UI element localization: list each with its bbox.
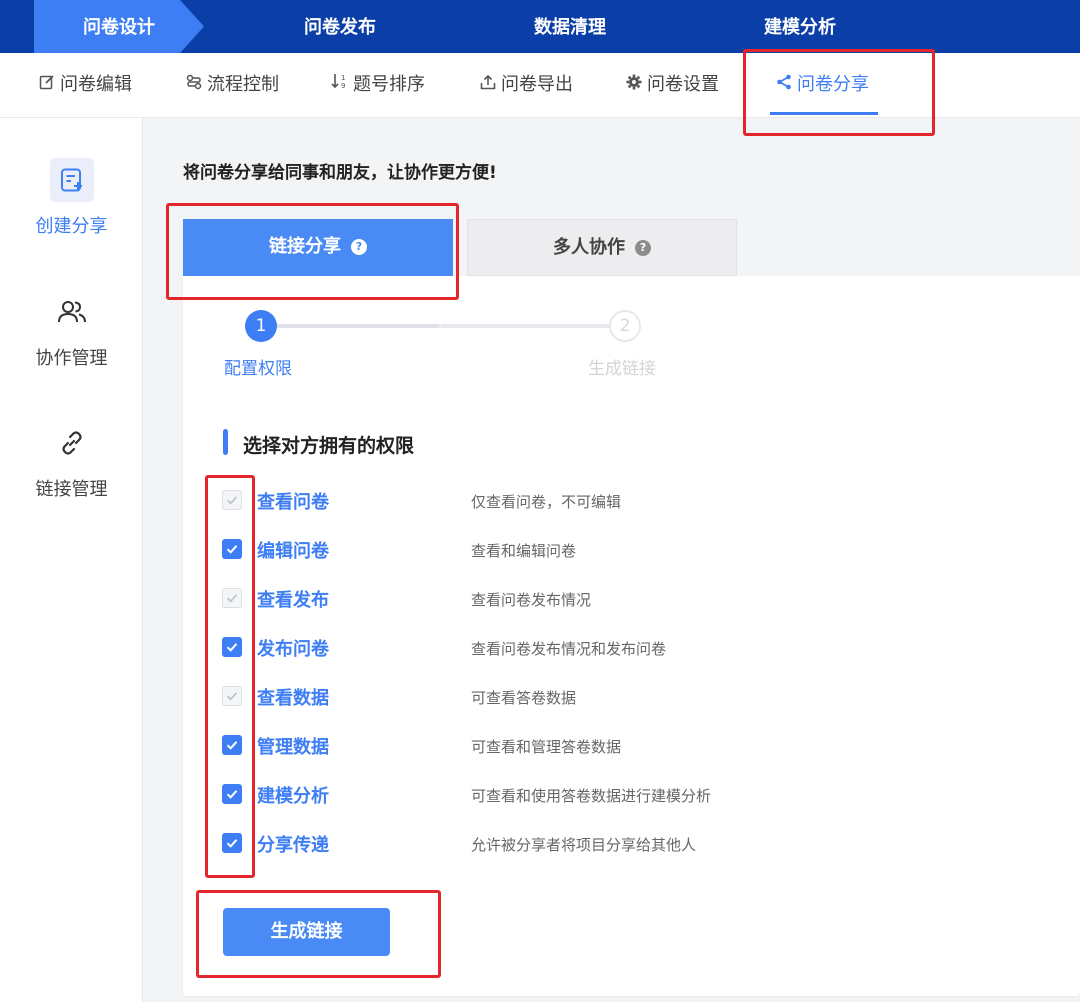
permission-description: 可查看和使用答卷数据进行建模分析 [471,787,712,805]
svg-text:9: 9 [341,82,345,90]
flow-icon [185,53,203,117]
edit-icon [38,53,56,117]
tab-multi-collab-label: 多人协作 [553,237,625,258]
help-icon[interactable]: ? [635,240,651,256]
subnav-item-export[interactable]: 问卷导出 [479,53,573,118]
users-icon [50,290,94,334]
permission-description: 查看问卷发布情况和发布问卷 [471,640,667,658]
permission-row: 查看数据 可查看答卷数据 [0,682,1080,712]
subnav-label-settings: 问卷设置 [647,74,719,95]
subnav-label-sort: 题号排序 [353,74,425,95]
sidebar-label-collab-manage: 协作管理 [35,348,108,369]
link-icon [50,421,94,465]
permission-description: 查看问卷发布情况 [471,591,592,609]
permission-row: 管理数据 可查看和管理答卷数据 [0,731,1080,761]
annotation-box-checkboxes [205,475,255,878]
subnav-label-edit: 问卷编辑 [60,74,132,95]
sidebar-label-create-share: 创建分享 [35,216,108,237]
step-1-indicator: 1 [245,310,277,342]
permission-name: 建模分析 [257,786,329,807]
sidebar-item-collab-manage[interactable]: 协作管理 [0,290,143,370]
subnav-item-settings[interactable]: 问卷设置 [625,53,719,118]
subnav-item-sort[interactable]: 19 题号排序 [331,53,425,118]
permission-description: 查看和编辑问卷 [471,542,577,560]
permission-description: 可查看答卷数据 [471,689,577,707]
permission-name: 查看发布 [257,590,329,611]
section-title: 选择对方拥有的权限 [243,435,415,457]
permission-row: 查看问卷 仅查看问卷，不可编辑 [0,486,1080,516]
permission-row: 查看发布 查看问卷发布情况 [0,584,1080,614]
permission-name: 管理数据 [257,737,329,758]
permission-name: 分享传递 [257,835,329,856]
permission-row: 建模分析 可查看和使用答卷数据进行建模分析 [0,780,1080,810]
permission-name: 编辑问卷 [257,541,329,562]
top-nav: 问卷设计 问卷发布 数据清理 建模分析 [0,0,1080,53]
subnav-label-export: 问卷导出 [501,74,573,95]
permission-name: 查看数据 [257,688,329,709]
subnav-item-flow[interactable]: 流程控制 [185,53,279,118]
tab-multi-collab[interactable]: 多人协作? [467,219,737,276]
top-tab-modeling[interactable]: 建模分析 [715,0,885,53]
sidebar-item-create-share[interactable]: 创建分享 [0,158,143,238]
permission-name: 查看问卷 [257,492,329,513]
sort-icon: 19 [331,53,349,117]
top-tab-data-clean[interactable]: 数据清理 [485,0,655,53]
permission-description: 可查看和管理答卷数据 [471,738,622,756]
step-2-label: 生成链接 [588,359,656,379]
permission-row: 编辑问卷 查看和编辑问卷 [0,535,1080,565]
create-share-icon [49,158,94,202]
permission-name: 发布问卷 [257,639,329,660]
top-tab-publish[interactable]: 问卷发布 [255,0,425,53]
stepper-line-rest [440,324,612,328]
stepper-line-progress [270,324,440,328]
share-intro-text: 将问卷分享给同事和朋友，让协作更方便! [183,163,497,183]
gear-icon [625,53,643,117]
annotation-box-generate [196,890,441,978]
top-tab-design[interactable]: 问卷设计 [34,0,204,53]
annotation-box-link-share [166,203,459,300]
step-1-label: 配置权限 [224,359,292,379]
section-accent-bar [223,429,228,455]
permission-description: 仅查看问卷，不可编辑 [471,493,622,511]
step-2-indicator: 2 [609,310,641,342]
subnav-label-flow: 流程控制 [207,74,279,95]
permission-row: 分享传递 允许被分享者将项目分享给其他人 [0,829,1080,859]
annotation-box-share-tab [743,49,935,136]
export-icon [479,53,497,117]
svg-text:1: 1 [341,74,345,82]
subnav-item-edit[interactable]: 问卷编辑 [38,53,132,118]
permission-row: 发布问卷 查看问卷发布情况和发布问卷 [0,633,1080,663]
permission-description: 允许被分享者将项目分享给其他人 [471,836,697,854]
